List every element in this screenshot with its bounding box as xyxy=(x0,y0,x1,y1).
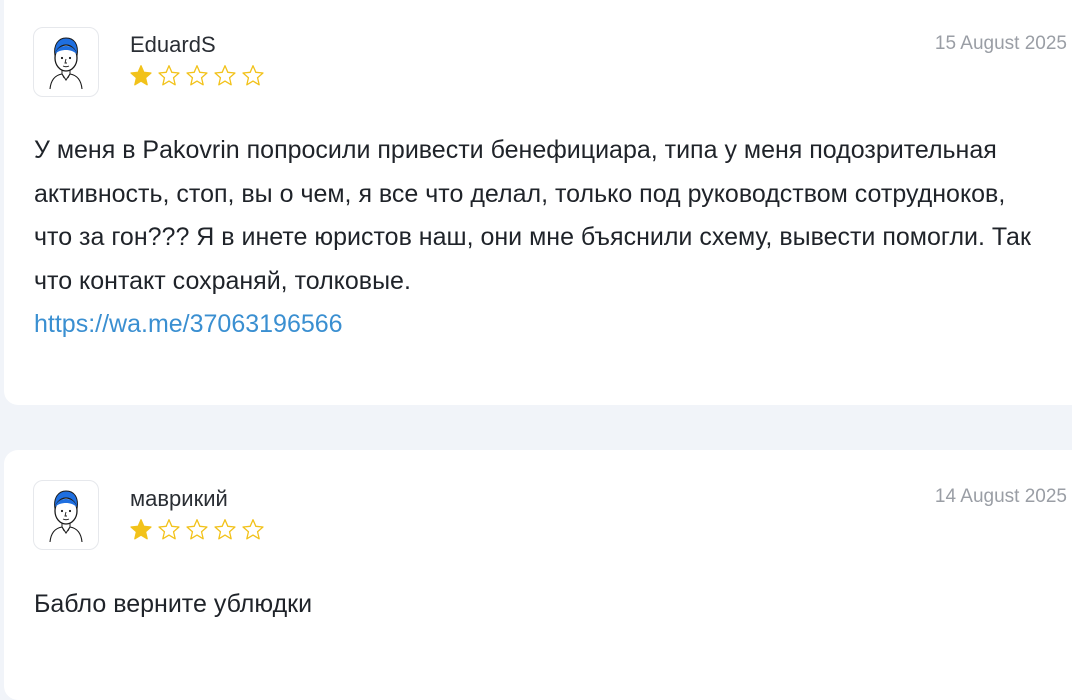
review-author: маврикий xyxy=(130,486,228,511)
star-rating xyxy=(128,63,266,89)
star-outline-icon xyxy=(186,519,208,540)
star-outline-icon xyxy=(214,519,236,540)
review-date: 14 August 2025 xyxy=(934,486,1067,507)
review-body: Бабло верните ублюдки xyxy=(34,590,313,618)
avatar xyxy=(33,27,99,97)
review-body: У меня в Pakovrin попросили привести бен… xyxy=(34,136,1031,295)
star-outline-icon xyxy=(242,65,264,86)
star-outline-icon xyxy=(158,65,180,86)
star-rating xyxy=(128,517,266,543)
user-avatar-icon xyxy=(49,37,83,90)
avatar xyxy=(33,480,99,550)
user-avatar-icon xyxy=(49,490,83,543)
review-text: Бабло верните ублюдки xyxy=(34,583,1044,627)
star-outline-icon xyxy=(214,65,236,86)
review-author: EduardS xyxy=(130,32,216,57)
star-outline-icon xyxy=(158,519,180,540)
review-text: У меня в Pakovrin попросили привести бен… xyxy=(34,129,1044,347)
review-link[interactable]: https://wa.me/37063196566 xyxy=(34,303,1044,347)
review-card: EduardS 15 August 2025 У меня в Pakovrin… xyxy=(4,0,1072,405)
star-filled-icon xyxy=(130,519,152,540)
review-card: маврикий 14 August 2025 Бабло верните уб… xyxy=(4,450,1072,700)
star-filled-icon xyxy=(130,65,152,86)
star-outline-icon xyxy=(186,65,208,86)
star-outline-icon xyxy=(242,519,264,540)
review-date: 15 August 2025 xyxy=(934,33,1067,54)
